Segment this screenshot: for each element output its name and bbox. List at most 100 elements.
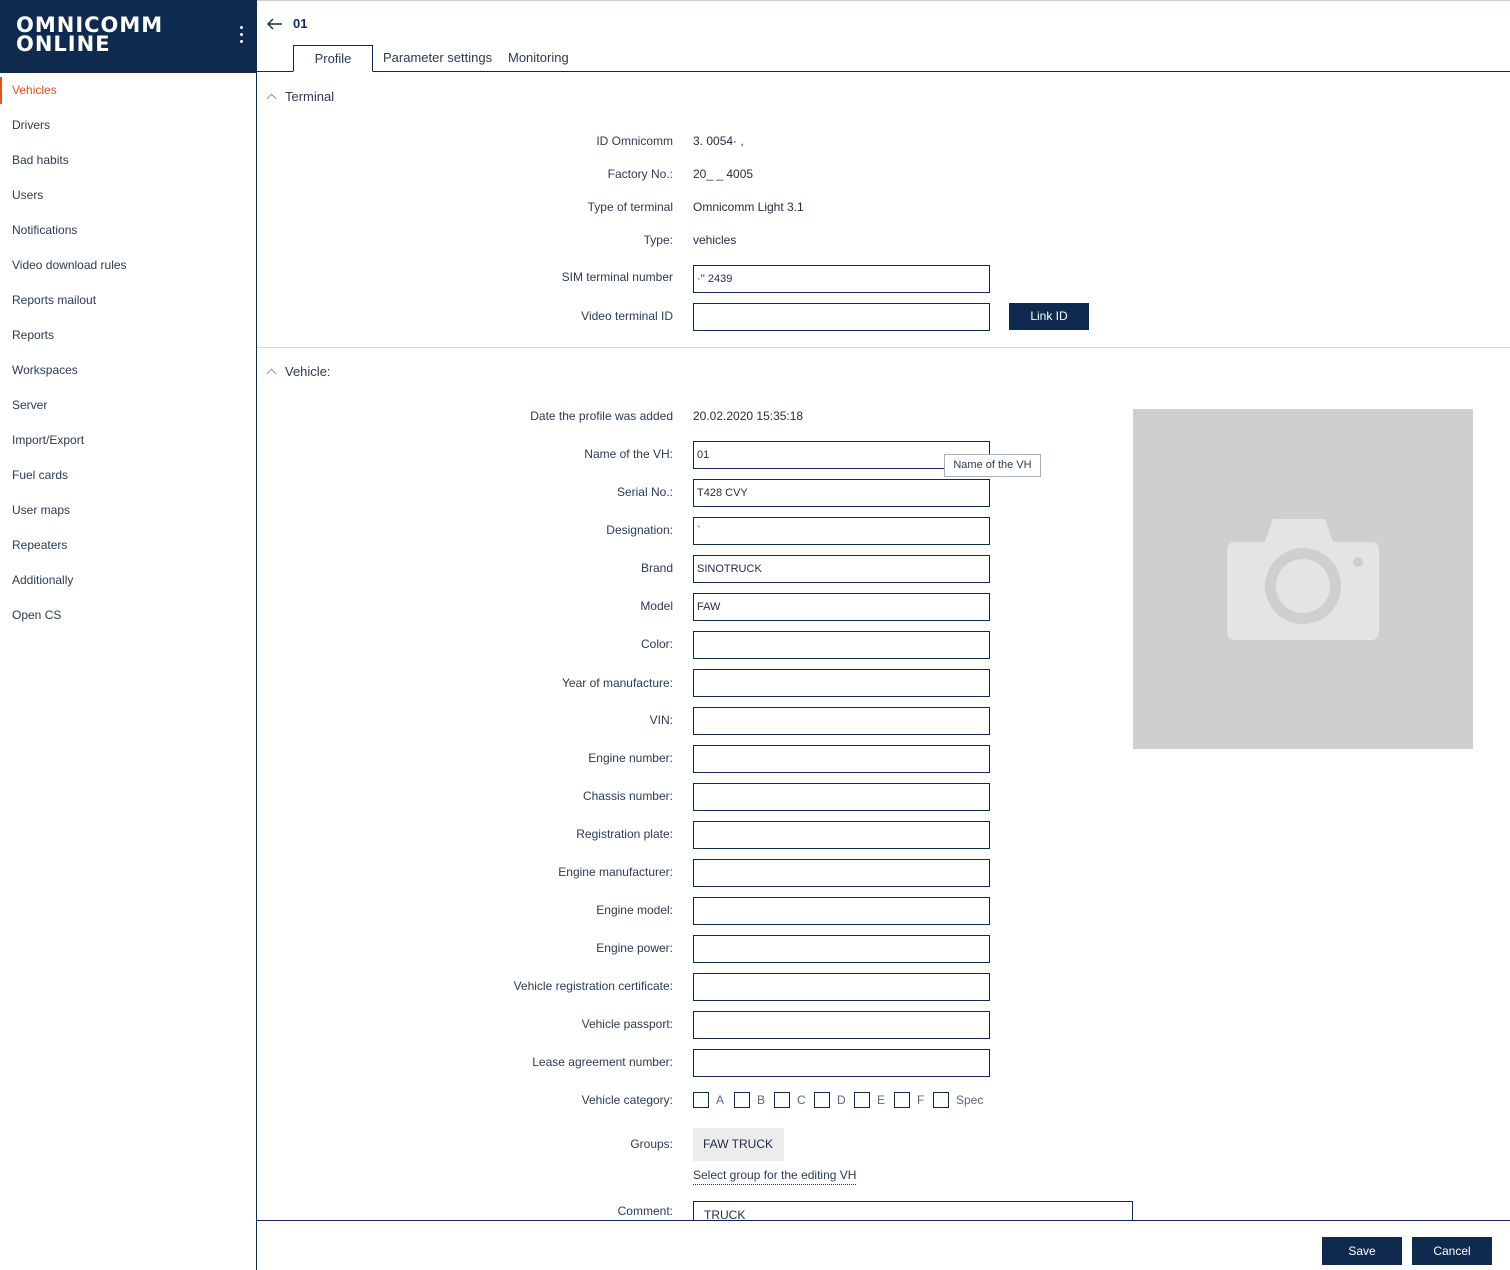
sidebar-item-video-download-rules[interactable]: Video download rules [0,248,256,283]
sidebar-item-reports-mailout[interactable]: Reports mailout [0,283,256,318]
color-label: Color: [640,637,673,651]
sidebar-item-notifications[interactable]: Notifications [0,213,256,248]
designation-input[interactable]: ` [693,517,990,545]
sidebar-item-import-export[interactable]: Import/Export [0,423,256,458]
color-input[interactable] [693,631,990,659]
engine-manufacturer-label: Engine manufacturer: [558,865,673,879]
sidebar-item-reports[interactable]: Reports [0,318,256,353]
year-of-manufacture-label: Year of manufacture: [562,676,673,690]
category-f-label: F [917,1093,925,1107]
engine-number-input[interactable] [693,745,990,773]
video-terminal-id-label: Video terminal ID [581,309,673,323]
save-button[interactable]: Save [1322,1237,1402,1265]
top-border [257,0,1510,1]
comment-label: Comment: [617,1204,673,1218]
chassis-number-input[interactable] [693,783,990,811]
registration-plate-input[interactable] [693,821,990,849]
engine-manufacturer-input[interactable] [693,859,990,887]
name-of-vh-label: Name of the VH: [584,447,673,461]
serial-no-label: Serial No.: [616,485,673,499]
back-arrow-icon[interactable] [266,15,284,33]
engine-model-label: Engine model: [596,903,673,917]
type-label: Type: [643,233,673,247]
engine-model-input[interactable] [693,897,990,925]
page-title: 01 [293,16,308,31]
engine-power-input[interactable] [693,935,990,963]
cancel-button[interactable]: Cancel [1412,1237,1492,1265]
vehicle-section-title: Vehicle: [285,364,331,379]
id-omnicomm-value: 3. 0054· , [693,134,744,148]
type-of-terminal-value: Omnicomm Light 3.1 [693,200,804,214]
model-input[interactable]: FAW [693,593,990,621]
category-b-checkbox[interactable] [734,1092,750,1108]
brand-label: Brand [640,561,673,575]
vehicle-passport-label: Vehicle passport: [581,1017,673,1031]
category-b-label: B [757,1093,766,1107]
sidebar-nav: Vehicles Drivers Bad habits Users Notifi… [0,73,256,633]
category-c-label: C [797,1093,806,1107]
sidebar-item-bad-habits[interactable]: Bad habits [0,143,256,178]
sim-terminal-number-input[interactable]: ·'' 2439 [693,265,990,293]
sidebar-item-user-maps[interactable]: User maps [0,493,256,528]
factory-no-label: Factory No.: [607,167,673,181]
sidebar-item-repeaters[interactable]: Repeaters [0,528,256,563]
tab-parameter-settings[interactable]: Parameter settings [383,45,492,72]
vehicle-photo-placeholder[interactable] [1133,409,1473,749]
sidebar-item-drivers[interactable]: Drivers [0,108,256,143]
vin-input[interactable] [693,707,990,735]
date-added-label: Date the profile was added [530,409,673,423]
link-id-button[interactable]: Link ID [1009,303,1089,330]
category-a-checkbox[interactable] [693,1092,709,1108]
sim-terminal-number-label: SIM terminal number [561,270,673,284]
select-group-link[interactable]: Select group for the editing VH [693,1168,857,1185]
factory-no-value: 20_ _ 4005 [693,167,754,181]
category-d-checkbox[interactable] [814,1092,830,1108]
lease-agreement-number-label: Lease agreement number: [532,1055,673,1069]
sidebar-item-workspaces[interactable]: Workspaces [0,353,256,388]
vin-label: VIN: [649,713,673,727]
sidebar: OMNICOMM ONLINE Vehicles Drivers Bad hab… [0,0,257,1270]
sidebar-item-open-cs[interactable]: Open CS [0,598,256,633]
section-divider [257,347,1510,348]
tab-monitoring[interactable]: Monitoring [508,45,569,72]
category-e-label: E [877,1093,886,1107]
model-label: Model [640,599,673,613]
sidebar-item-server[interactable]: Server [0,388,256,423]
logo-text: OMNICOMM ONLINE [16,15,163,56]
logo-line2: ONLINE [16,32,111,56]
chevron-up-icon [266,93,277,104]
vehicle-passport-input[interactable] [693,1011,990,1039]
vehicle-category-label: Vehicle category: [581,1093,673,1107]
terminal-section-toggle[interactable]: Terminal [266,89,334,104]
brand-input[interactable]: SINOTRUCK [693,555,990,583]
lease-agreement-number-input[interactable] [693,1049,990,1077]
category-spec-checkbox[interactable] [933,1092,949,1108]
vehicle-section-toggle[interactable]: Vehicle: [266,364,331,379]
vehicle-registration-certificate-input[interactable] [693,973,990,1001]
category-e-checkbox[interactable] [854,1092,870,1108]
serial-no-input[interactable]: T428 CVY [693,479,990,507]
video-terminal-id-input[interactable] [693,303,990,331]
category-a-label: A [716,1093,725,1107]
category-d-label: D [837,1093,846,1107]
sidebar-item-users[interactable]: Users [0,178,256,213]
groups-label: Groups: [630,1137,673,1151]
camera-icon [1227,519,1379,640]
engine-number-label: Engine number: [588,751,673,765]
sidebar-item-additionally[interactable]: Additionally [0,563,256,598]
vehicle-registration-certificate-label: Vehicle registration certificate: [513,979,673,993]
type-of-terminal-label: Type of terminal [587,200,673,214]
category-c-checkbox[interactable] [774,1092,790,1108]
category-spec-label: Spec [956,1093,984,1107]
date-added-value: 20.02.2020 15:35:18 [693,409,804,423]
terminal-section-title: Terminal [285,89,335,104]
year-of-manufacture-input[interactable] [693,669,990,697]
group-chip[interactable]: FAW TRUCK [693,1128,784,1161]
sidebar-item-fuel-cards[interactable]: Fuel cards [0,458,256,493]
registration-plate-label: Registration plate: [576,827,673,841]
more-menu-icon[interactable] [234,26,248,48]
sidebar-item-vehicles[interactable]: Vehicles [0,73,256,108]
engine-power-label: Engine power: [596,941,673,955]
category-f-checkbox[interactable] [894,1092,910,1108]
tab-profile[interactable]: Profile [293,45,373,72]
